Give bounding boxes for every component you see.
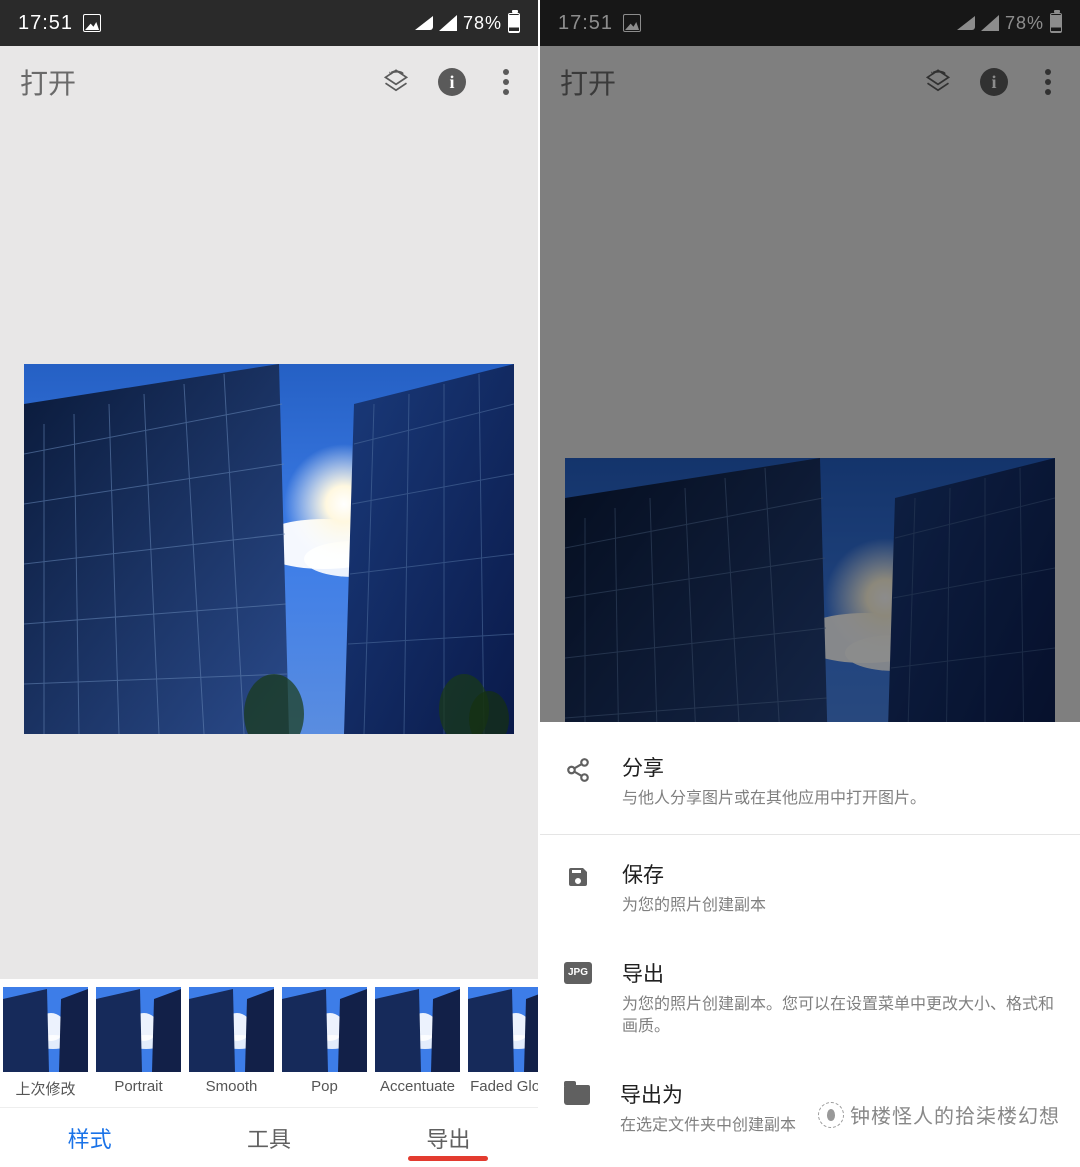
save-icon bbox=[564, 863, 592, 891]
cell-signal-icon bbox=[439, 15, 457, 31]
bottom-tabs: 样式 工具 导出 bbox=[0, 1107, 538, 1167]
layers-undo-icon[interactable] bbox=[382, 68, 410, 96]
tab-export[interactable]: 导出 bbox=[359, 1108, 538, 1167]
style-label: Pop bbox=[311, 1078, 338, 1095]
share-icon bbox=[564, 756, 592, 784]
style-label: Portrait bbox=[114, 1078, 162, 1095]
style-label: 上次修改 bbox=[15, 1078, 75, 1099]
watermark-icon bbox=[818, 1102, 844, 1128]
separator bbox=[540, 834, 1080, 835]
style-thumbnails: 上次修改 Portrait Smooth Pop Accentuate Fade… bbox=[0, 979, 538, 1107]
style-item[interactable]: Pop bbox=[282, 987, 367, 1107]
left-pane: 17:51 78% 打开 i bbox=[0, 0, 540, 1167]
main-photo bbox=[24, 364, 514, 734]
battery-icon bbox=[508, 13, 520, 33]
folder-icon bbox=[564, 1085, 590, 1105]
sheet-share[interactable]: 分享 与他人分享图片或在其他应用中打开图片。 bbox=[540, 732, 1080, 830]
more-icon[interactable] bbox=[494, 69, 518, 95]
image-notif-icon bbox=[83, 14, 101, 32]
tab-styles[interactable]: 样式 bbox=[0, 1108, 179, 1167]
open-button[interactable]: 打开 bbox=[20, 62, 76, 102]
right-pane: 17:51 78% 打开 i bbox=[540, 0, 1080, 1167]
watermark-text: 钟楼怪人的拾柒楼幻想 bbox=[850, 1100, 1060, 1129]
sheet-title: 导出 bbox=[622, 958, 1056, 988]
style-item[interactable]: 上次修改 bbox=[3, 987, 88, 1107]
style-item[interactable]: Faded Glow bbox=[468, 987, 538, 1107]
sheet-title: 分享 bbox=[622, 752, 1056, 782]
watermark: 钟楼怪人的拾柒楼幻想 bbox=[818, 1100, 1060, 1129]
sheet-desc: 为您的照片创建副本。您可以在设置菜单中更改大小、格式和画质。 bbox=[622, 994, 1056, 1039]
status-time: 17:51 bbox=[18, 12, 73, 35]
jpg-icon: JPG bbox=[564, 962, 592, 984]
info-icon[interactable]: i bbox=[438, 68, 466, 96]
style-item[interactable]: Accentuate bbox=[375, 987, 460, 1107]
style-label: Faded Glow bbox=[470, 1078, 538, 1095]
wifi-icon bbox=[415, 16, 433, 30]
sheet-export[interactable]: JPG 导出 为您的照片创建副本。您可以在设置菜单中更改大小、格式和画质。 bbox=[540, 938, 1080, 1059]
canvas-area[interactable] bbox=[0, 118, 538, 979]
style-item[interactable]: Smooth bbox=[189, 987, 274, 1107]
sheet-desc: 为您的照片创建副本 bbox=[622, 895, 1056, 917]
battery-pct: 78% bbox=[463, 13, 502, 34]
sheet-desc: 与他人分享图片或在其他应用中打开图片。 bbox=[622, 788, 1056, 810]
status-bar: 17:51 78% bbox=[0, 0, 538, 46]
tab-tools[interactable]: 工具 bbox=[179, 1108, 358, 1167]
sheet-save[interactable]: 保存 为您的照片创建副本 bbox=[540, 839, 1080, 937]
toolbar: 打开 i bbox=[0, 46, 538, 118]
style-item[interactable]: Portrait bbox=[96, 987, 181, 1107]
style-label: Smooth bbox=[206, 1078, 258, 1095]
sheet-title: 保存 bbox=[622, 859, 1056, 889]
style-label: Accentuate bbox=[380, 1078, 455, 1095]
